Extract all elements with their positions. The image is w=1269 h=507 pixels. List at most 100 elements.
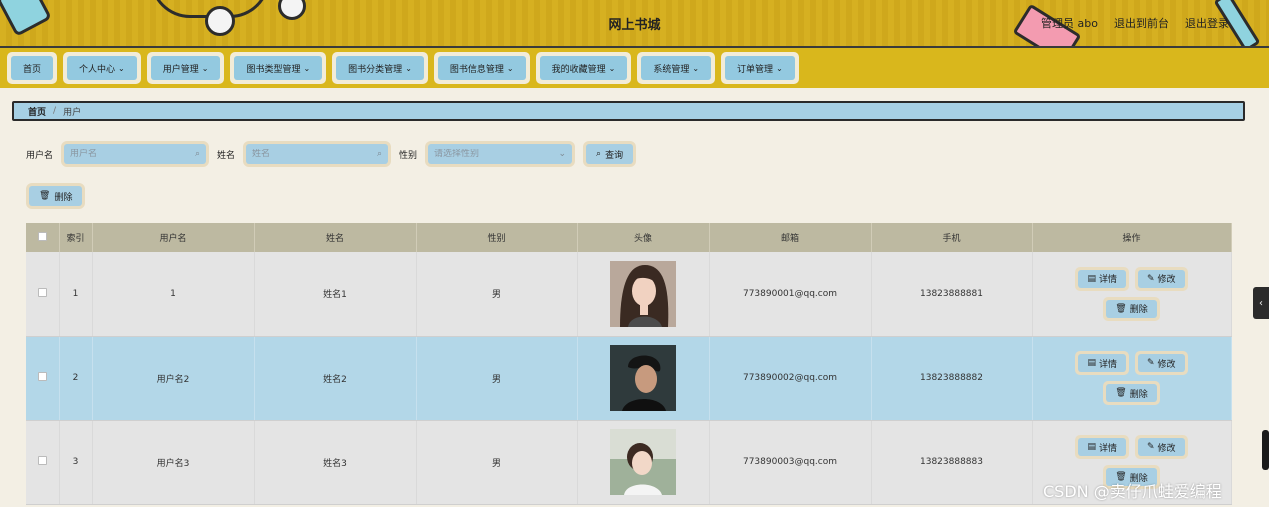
table-row[interactable]: 2 用户名2 姓名2 男 773890002@qq.com 1382388888…: [26, 336, 1232, 421]
detail-button-label: 详情: [1098, 443, 1117, 454]
cell-username: 用户名2: [92, 336, 255, 421]
edit-icon: ✎: [1146, 358, 1155, 368]
breadcrumb-home[interactable]: 首页: [28, 105, 46, 118]
cell-username: 1: [92, 252, 255, 337]
column-header: 操作: [1032, 223, 1232, 252]
cell-phone: 13823888883: [871, 420, 1033, 505]
nav-item-order-management[interactable]: 订单管理 ⌄: [721, 52, 799, 84]
detail-button[interactable]: ▤ 详情: [1075, 435, 1129, 459]
nav-item-favorites-management[interactable]: 我的收藏管理 ⌄: [535, 52, 632, 84]
gender-select[interactable]: ⌄: [425, 141, 576, 167]
select-all-header: [26, 223, 60, 252]
column-header: 性别: [416, 223, 578, 252]
nav-item-book-type-management[interactable]: 图书类型管理 ⌄: [230, 52, 327, 84]
chevron-down-icon: ⌄: [201, 63, 209, 73]
cell-email: 773890001@qq.com: [709, 252, 872, 337]
search-icon: ⌕: [376, 149, 383, 159]
row-checkbox[interactable]: [37, 287, 47, 297]
cell-gender: 男: [416, 252, 578, 337]
chevron-down-icon: ⌄: [303, 63, 311, 73]
logout-link[interactable]: 退出登录: [1185, 15, 1229, 31]
trash-icon: 🗑: [39, 191, 51, 201]
column-header: 邮箱: [709, 223, 872, 252]
search-icon: ⌕: [596, 149, 602, 159]
document-icon: ▤: [1087, 358, 1096, 368]
nav-item-user-management[interactable]: 用户管理 ⌄: [146, 52, 225, 84]
edit-button[interactable]: ✎ 修改: [1134, 351, 1188, 375]
search-form: 用户名 ⌕ 姓名 ⌕ 性别 ⌄ ⌕查询: [26, 141, 637, 167]
cell-index: 1: [59, 252, 93, 337]
row-checkbox[interactable]: [37, 456, 47, 465]
detail-button[interactable]: ▤ 详情: [1075, 351, 1129, 375]
name-input[interactable]: [252, 149, 377, 159]
detail-button-label: 详情: [1098, 275, 1117, 286]
table-row[interactable]: 1 1 姓名1 男 773890001@qq.com 13823888881 ▤…: [26, 252, 1232, 337]
nav-item-label: 图书类型管理: [246, 64, 301, 75]
breadcrumb-separator: /: [53, 106, 57, 116]
cell-username: 用户名3: [92, 420, 255, 505]
row-checkbox[interactable]: [37, 372, 47, 381]
delete-button[interactable]: 🗑 删除: [1103, 296, 1160, 321]
chevron-down-icon: ⌄: [118, 63, 125, 73]
nav-item-label: 个人中心: [79, 64, 116, 75]
nav-item-book-info-management[interactable]: 图书信息管理 ⌄: [433, 52, 530, 84]
edit-button[interactable]: ✎ 修改: [1134, 435, 1188, 459]
scrollbar-thumb[interactable]: [1262, 430, 1269, 470]
nav-item-label: 首页: [23, 64, 42, 75]
chevron-down-icon: ⌄: [776, 63, 783, 73]
bulk-delete-label: 删除: [54, 192, 73, 203]
chevron-down-icon: ⌄: [405, 63, 412, 73]
watermark: CSDN @卖仔爪蛙爱编程: [1043, 482, 1222, 501]
nav-item-home[interactable]: 首页: [7, 52, 58, 84]
detail-button[interactable]: ▤ 详情: [1075, 266, 1129, 291]
nav-item-label: 系统管理: [653, 64, 690, 75]
nav-item-label: 订单管理: [737, 64, 774, 75]
cell-name: 姓名3: [254, 420, 417, 505]
nav-item-label: 图书信息管理: [449, 64, 504, 75]
delete-button[interactable]: 🗑 删除: [1103, 381, 1160, 405]
column-header: 头像: [577, 223, 710, 252]
edit-button-label: 修改: [1157, 443, 1176, 454]
column-header: 索引: [59, 223, 93, 252]
chevron-down-icon: ⌄: [608, 63, 616, 73]
detail-button-label: 详情: [1098, 359, 1117, 370]
chevron-down-icon: ⌄: [506, 63, 514, 73]
select-all-checkbox[interactable]: [37, 231, 47, 241]
name-field: ⌕: [243, 141, 392, 167]
search-icon: ⌕: [194, 149, 201, 159]
chevron-down-icon: ⌄: [558, 149, 567, 159]
user-table: 索引 用户名 姓名 性别 头像 邮箱 手机 操作 1 1 姓名1 男 77389…: [26, 223, 1232, 505]
exit-to-front-link[interactable]: 退出到前台: [1114, 15, 1169, 31]
query-button[interactable]: ⌕ 查询: [583, 141, 637, 167]
bulk-delete-button[interactable]: 🗑 删除: [26, 183, 86, 209]
breadcrumb-current: 用户: [63, 107, 82, 118]
collapse-chevron-icon[interactable]: ‹: [1253, 287, 1269, 319]
admin-label: 管理员 abo: [1041, 17, 1098, 30]
nav-item-label: 图书分类管理: [348, 64, 403, 75]
trash-icon: 🗑: [1115, 303, 1127, 314]
edit-icon: ✎: [1146, 442, 1155, 452]
delete-button-label: 删除: [1129, 305, 1148, 316]
nav-item-label: 用户管理: [162, 64, 199, 75]
nav-item-book-category-management[interactable]: 图书分类管理 ⌄: [332, 52, 428, 84]
edit-button[interactable]: ✎ 修改: [1134, 266, 1188, 291]
gender-select-input[interactable]: [434, 149, 559, 159]
cell-name: 姓名1: [254, 252, 417, 337]
cell-gender: 男: [416, 420, 578, 505]
delete-button-label: 删除: [1129, 389, 1148, 400]
header-bar: 网上书城 管理员 abo 退出到前台 退出登录: [0, 0, 1269, 48]
avatar: [610, 260, 676, 327]
nav-item-personal-center[interactable]: 个人中心 ⌄: [63, 52, 141, 84]
trash-icon: 🗑: [1115, 388, 1127, 398]
cell-phone: 13823888882: [871, 336, 1033, 421]
main-nav: 首页 个人中心 ⌄ 用户管理 ⌄ 图书类型管理 ⌄ 图书分类管理 ⌄ 图书信息管理 ⌄ 我…: [0, 48, 1269, 88]
query-button-label: 查询: [605, 150, 624, 161]
username-input[interactable]: [70, 149, 195, 159]
column-header: 手机: [871, 223, 1033, 252]
nav-item-system-management[interactable]: 系统管理 ⌄: [637, 52, 716, 84]
cell-email: 773890003@qq.com: [709, 420, 872, 505]
name-label: 姓名: [217, 150, 236, 161]
document-icon: ▤: [1087, 442, 1096, 452]
column-header: 用户名: [92, 223, 255, 252]
cell-name: 姓名2: [254, 336, 417, 421]
